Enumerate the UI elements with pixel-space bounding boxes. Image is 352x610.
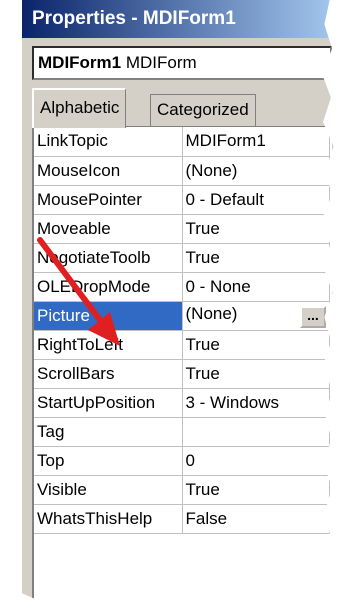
object-selector[interactable]: MDIForm1 MDIForm [32, 46, 332, 80]
property-name[interactable]: Tag [34, 417, 183, 447]
property-grid: LinkTopic MDIForm1 MouseIcon (None) Mous… [32, 126, 332, 610]
property-value-text: (None) [185, 303, 238, 323]
property-value[interactable]: 0 - None [182, 272, 330, 302]
tab-alphabetic[interactable]: Alphabetic [32, 88, 127, 128]
table-row[interactable]: MousePointer 0 - Default [34, 185, 330, 215]
property-name[interactable]: ScrollBars [34, 359, 183, 389]
tab-categorized[interactable]: Categorized [150, 94, 256, 126]
table-row[interactable]: Tag [34, 417, 330, 447]
table-row[interactable]: Top 0 [34, 446, 330, 476]
property-value[interactable]: MDIForm1 [182, 127, 330, 157]
property-name[interactable]: MouseIcon [34, 156, 183, 186]
property-value[interactable]: True [182, 214, 330, 244]
table-row[interactable]: LinkTopic MDIForm1 [34, 127, 330, 157]
table-row[interactable]: MouseIcon (None) [34, 156, 330, 186]
table-row[interactable]: WhatsThisHelp False [34, 504, 330, 534]
property-name[interactable]: MousePointer [34, 185, 183, 215]
red-arrow-icon [37, 237, 120, 346]
property-value[interactable]: 0 - Default [182, 185, 330, 215]
object-type: MDIForm [125, 53, 197, 72]
property-name[interactable]: Visible [34, 475, 183, 505]
property-value[interactable] [182, 417, 330, 447]
property-value[interactable]: True [182, 243, 330, 273]
property-name[interactable]: WhatsThisHelp [34, 504, 183, 534]
table-row[interactable]: StartUpPosition 3 - Windows [34, 388, 330, 418]
object-name: MDIForm1 [38, 53, 122, 72]
property-value[interactable]: True [182, 330, 330, 360]
property-value[interactable]: True [182, 359, 330, 389]
property-value[interactable]: (None) [182, 156, 330, 186]
table-row[interactable]: Visible True [34, 475, 330, 505]
view-tabs: Alphabetic Categorized [32, 88, 332, 128]
property-value[interactable]: True [182, 475, 330, 505]
property-value[interactable]: 3 - Windows [182, 388, 330, 418]
window-title[interactable]: Properties - MDIForm1 [22, 0, 340, 38]
property-value[interactable]: (None) ... [182, 301, 330, 331]
property-name[interactable]: StartUpPosition [34, 388, 183, 418]
property-name[interactable]: Top [34, 446, 183, 476]
property-value[interactable]: 0 [182, 446, 330, 476]
table-row[interactable]: ScrollBars True [34, 359, 330, 389]
property-value[interactable]: False [182, 504, 330, 534]
property-name[interactable]: LinkTopic [34, 127, 183, 157]
ellipsis-button[interactable]: ... [300, 305, 326, 328]
